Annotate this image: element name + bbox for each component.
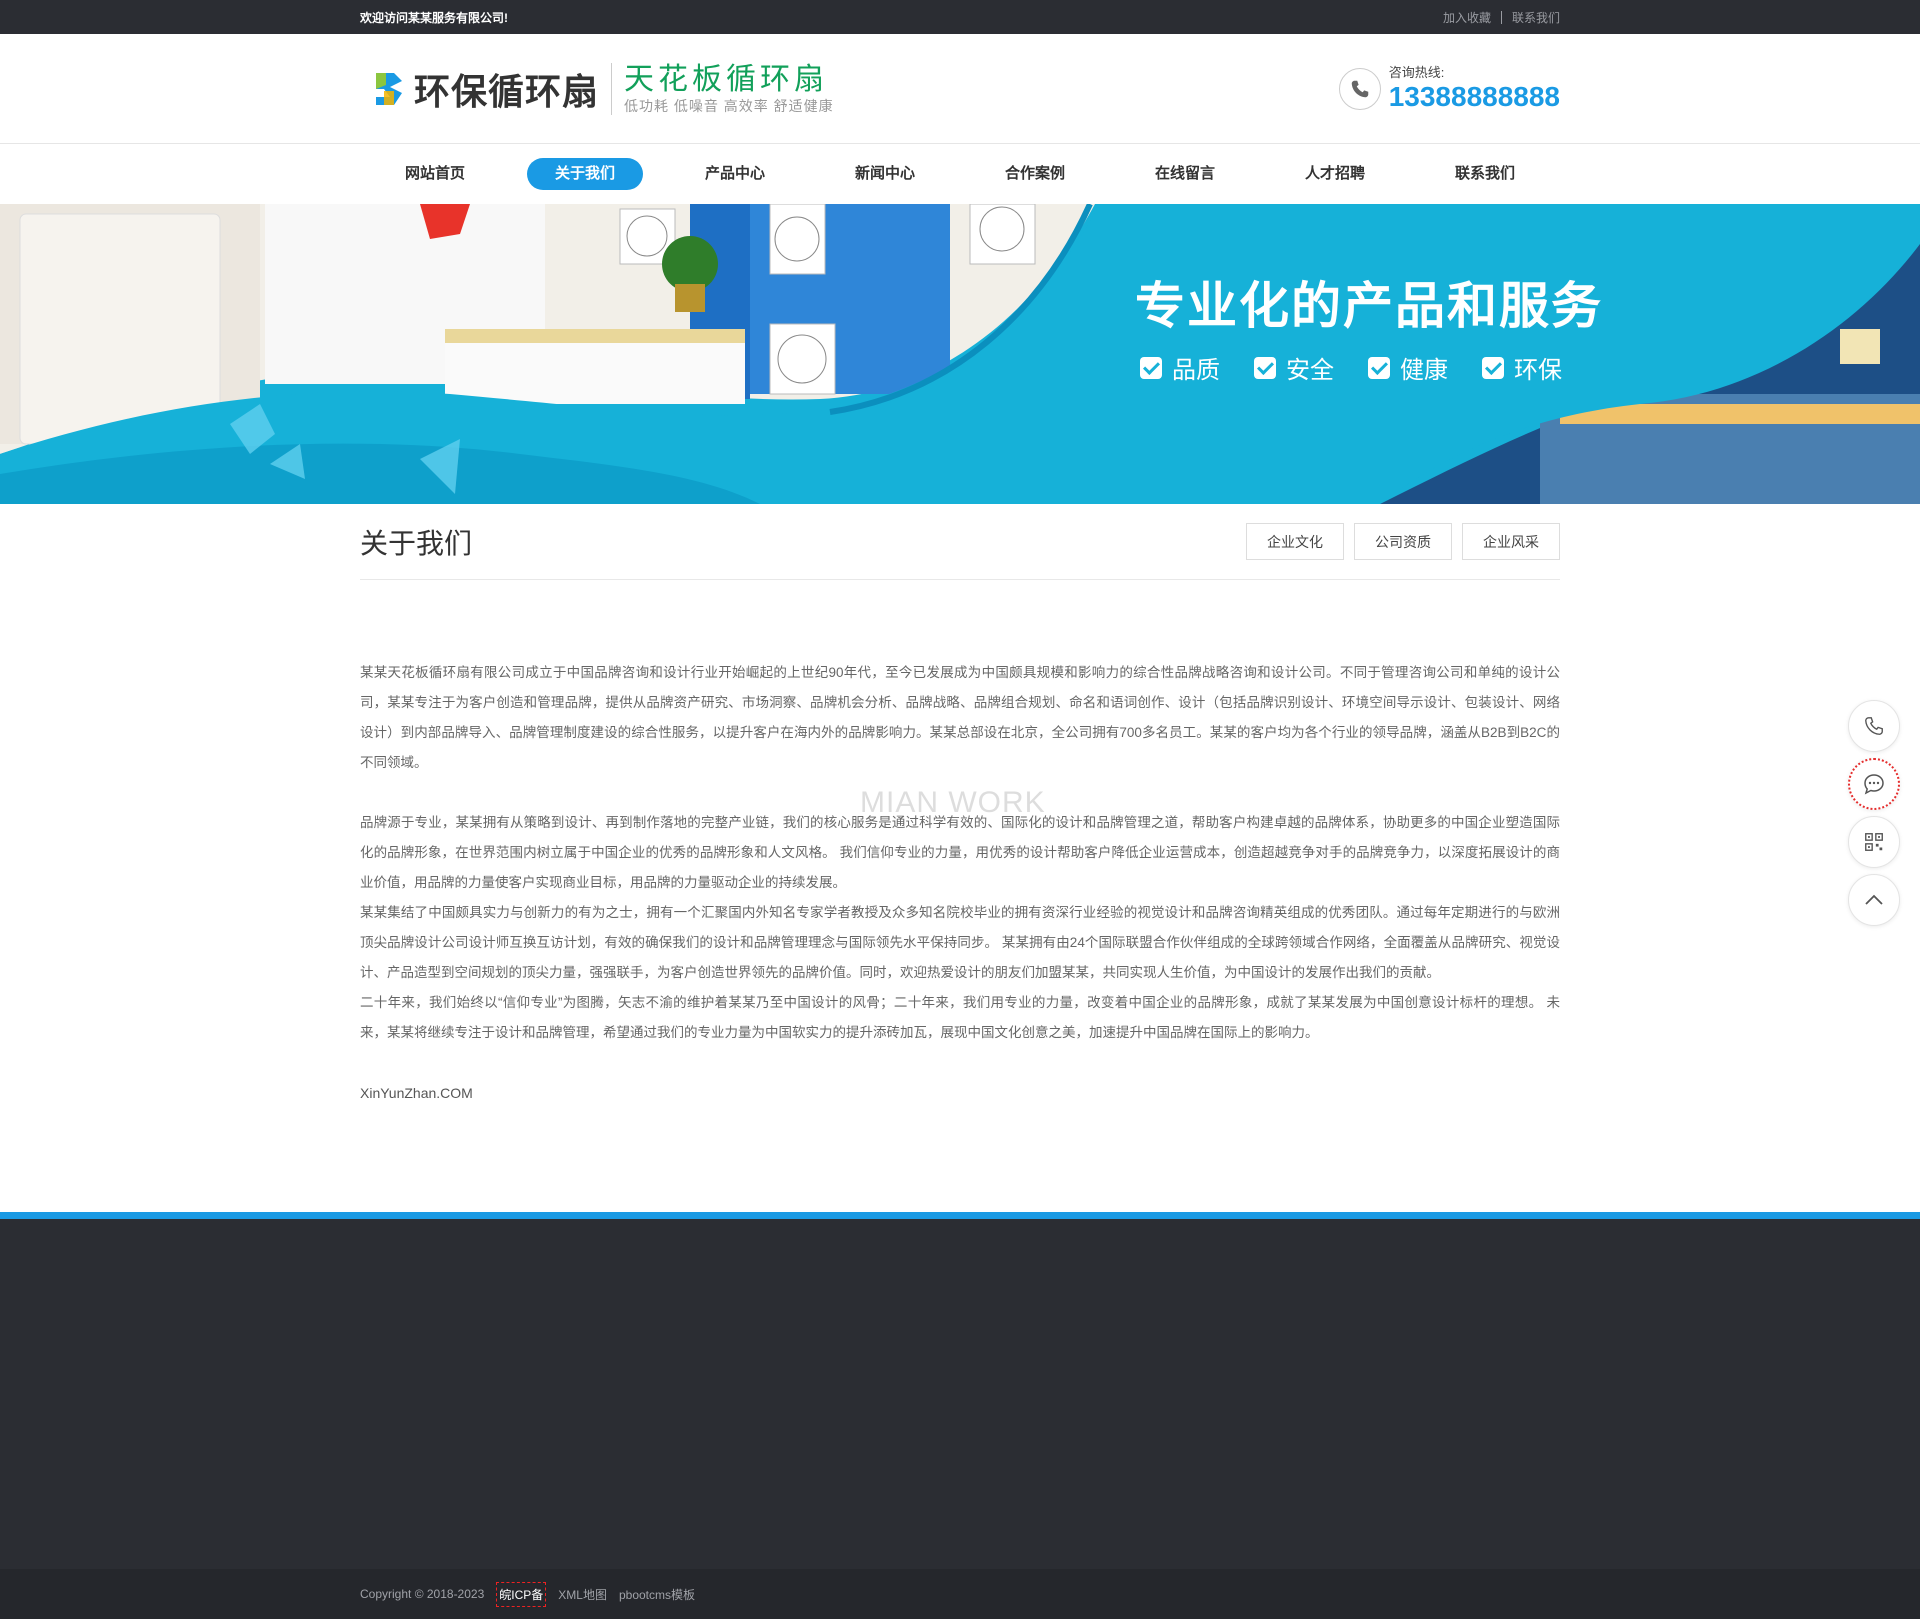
article-site: XinYunZhan.COM <box>360 1085 473 1101</box>
feature-label: 安全 <box>1286 357 1334 384</box>
check-icon <box>1482 356 1504 379</box>
feature-item: 安全 <box>1254 350 1334 385</box>
nav-label: 新闻中心 <box>854 165 915 182</box>
logo-name: 环保循环扇 <box>414 72 600 112</box>
nav-label: 关于我们 <box>526 158 643 190</box>
nav-item-home[interactable]: 网站首页 <box>360 158 510 190</box>
copyright-bar: Copyright © 2018-2023 皖ICP备 XML地图 pbootc… <box>0 1569 1920 1619</box>
banner-features: 品质 安全 健康 环保 <box>1140 350 1596 385</box>
article-paragraph: 二十年来，我们始终以“信仰专业”为图腾，矢志不渝的维护着某某乃至中国设计的风骨；… <box>360 995 1560 1040</box>
nav-item-cases[interactable]: 合作案例 <box>960 158 1110 190</box>
page-title: 关于我们 <box>360 527 473 559</box>
nav-label: 产品中心 <box>704 165 765 182</box>
content: 关于我们 企业文化 公司资质 企业风采 某某天花板循环扇有限公司成立于中国品牌咨… <box>360 504 1560 1108</box>
phone-icon <box>1338 68 1381 110</box>
copyright-text: Copyright © 2018-2023 <box>360 1587 485 1601</box>
logo[interactable]: 环保循环扇 天花板循环扇 低功耗 低噪音 高效率 舒适健康 <box>360 63 834 115</box>
feature-label: 健康 <box>1400 357 1448 384</box>
nav-label: 人才招聘 <box>1304 165 1365 182</box>
side-qrcode-button[interactable] <box>1848 816 1900 868</box>
check-icon <box>1368 356 1390 379</box>
feature-label: 品质 <box>1172 357 1220 384</box>
feature-item: 品质 <box>1140 350 1220 385</box>
nav-item-contact[interactable]: 联系我们 <box>1410 158 1560 190</box>
top-bar: 欢迎访问某某服务有限公司! 加入收藏 联系我们 <box>0 0 1920 34</box>
icp-link[interactable]: 皖ICP备 <box>496 1581 547 1607</box>
content-titlebar: 关于我们 企业文化 公司资质 企业风采 <box>360 504 1560 580</box>
side-chat-button[interactable] <box>1848 758 1900 810</box>
logo-subtitle: 天花板循环扇 低功耗 低噪音 高效率 舒适健康 <box>624 63 834 115</box>
article: 某某天花板循环扇有限公司成立于中国品牌咨询和设计行业开始崛起的上世纪90年代，至… <box>360 580 1560 1108</box>
banner-slogan: 专业化的产品和服务 <box>1135 278 1603 334</box>
nav-item-message[interactable]: 在线留言 <box>1110 158 1260 190</box>
banner-illustration <box>0 204 1920 504</box>
nav-label: 联系我们 <box>1454 165 1515 182</box>
check-icon <box>1140 356 1162 379</box>
add-favorite-link[interactable]: 加入收藏 <box>1433 9 1501 26</box>
sub-nav: 企业文化 公司资质 企业风采 <box>1236 523 1560 560</box>
header: 环保循环扇 天花板循环扇 低功耗 低噪音 高效率 舒适健康 咨询热线: 1338… <box>0 34 1920 144</box>
logo-sub-title: 天花板循环扇 <box>624 63 829 96</box>
logo-icon <box>372 67 406 111</box>
phone-icon <box>1865 717 1883 735</box>
nav-label: 在线留言 <box>1154 165 1215 182</box>
template-link[interactable]: pbootcms模板 <box>619 1586 695 1603</box>
check-icon <box>1254 356 1276 379</box>
hotline: 咨询热线: 13388888888 <box>1338 65 1560 113</box>
feature-item: 健康 <box>1368 350 1448 385</box>
back-to-top-button[interactable] <box>1848 874 1900 926</box>
side-phone-button[interactable] <box>1848 700 1900 752</box>
subnav-style[interactable]: 企业风采 <box>1462 523 1560 560</box>
qrcode-icon <box>1865 833 1883 851</box>
side-tools <box>1848 700 1900 932</box>
nav-item-jobs[interactable]: 人才招聘 <box>1260 158 1410 190</box>
nav-item-about[interactable]: 关于我们 <box>510 158 660 190</box>
banner: 专业化的产品和服务 品质 安全 健康 环保 <box>0 204 1920 504</box>
main-nav: 网站首页 关于我们 产品中心 新闻中心 合作案例 在线留言 人才招聘 联系我们 <box>0 144 1920 204</box>
sitemap-link[interactable]: XML地图 <box>558 1586 607 1603</box>
subnav-culture[interactable]: 企业文化 <box>1246 523 1344 560</box>
nav-item-news[interactable]: 新闻中心 <box>810 158 960 190</box>
top-contact-link[interactable]: 联系我们 <box>1502 9 1560 26</box>
nav-label: 合作案例 <box>1004 165 1065 182</box>
article-paragraph: 某某天花板循环扇有限公司成立于中国品牌咨询和设计行业开始崛起的上世纪90年代，至… <box>360 665 1560 770</box>
article-paragraph: 某某集结了中国颇具实力与创新力的有为之士，拥有一个汇聚国内外知名专家学者教授及众… <box>360 905 1560 980</box>
article-paragraph: 品牌源于专业，某某拥有从策略到设计、再到制作落地的完整产业链，我们的核心服务是通… <box>360 815 1560 890</box>
feature-label: 环保 <box>1514 357 1562 384</box>
welcome-text: 欢迎访问某某服务有限公司! <box>360 10 508 25</box>
hotline-label: 咨询热线: <box>1388 65 1445 80</box>
hotline-number[interactable]: 13388888888 <box>1389 81 1560 113</box>
nav-item-products[interactable]: 产品中心 <box>660 158 810 190</box>
footer <box>0 1219 1920 1569</box>
chat-icon <box>1864 774 1884 795</box>
footer-accent-line <box>0 1212 1920 1219</box>
subnav-qualification[interactable]: 公司资质 <box>1354 523 1452 560</box>
chevron-up-icon <box>1865 894 1883 905</box>
feature-item: 环保 <box>1482 350 1562 385</box>
nav-label: 网站首页 <box>404 165 465 182</box>
top-links: 加入收藏 联系我们 <box>1433 9 1560 26</box>
logo-tagline: 低功耗 低噪音 高效率 舒适健康 <box>624 98 834 114</box>
logo-divider <box>611 63 613 115</box>
